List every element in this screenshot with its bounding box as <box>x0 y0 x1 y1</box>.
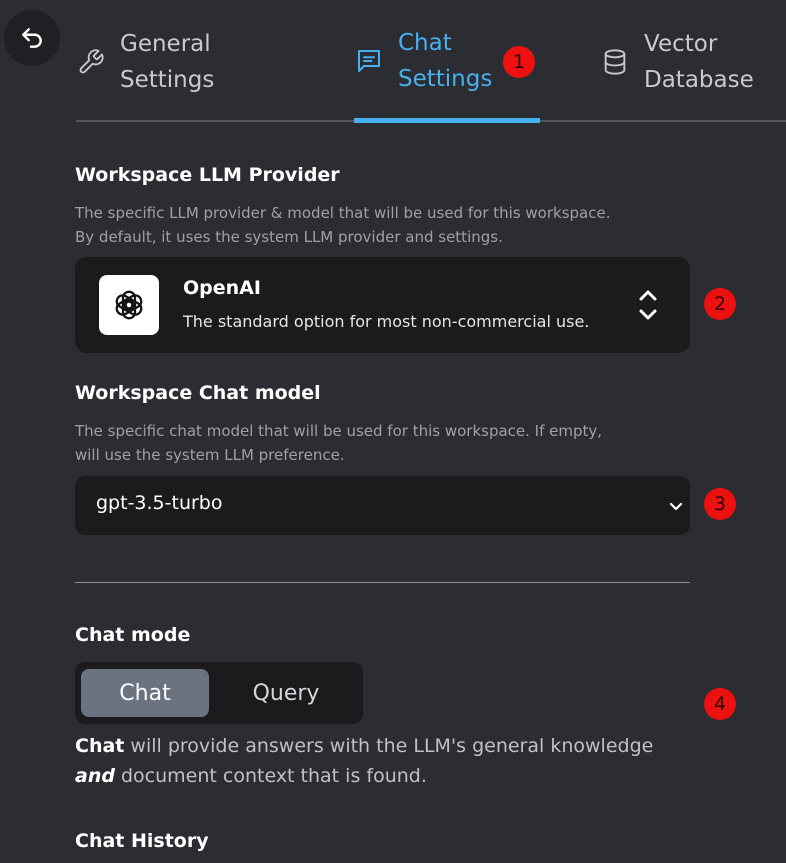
tab-general-settings[interactable]: General Settings <box>76 26 214 98</box>
llm-provider-title: Workspace LLM Provider <box>75 164 340 186</box>
chat-history-title: Chat History <box>75 830 209 852</box>
chat-icon <box>354 46 384 76</box>
llm-provider-description: The specific LLM provider & model that w… <box>75 204 611 246</box>
provider-name: OpenAI <box>183 277 261 299</box>
annotation-badge-1: 1 <box>503 46 535 78</box>
tab-label: Vector Database <box>644 31 754 93</box>
chat-mode-query-button[interactable]: Query <box>215 669 357 717</box>
chat-mode-description: Chat will provide answers with the LLM's… <box>75 735 654 787</box>
provider-description: The standard option for most non-commerc… <box>183 312 590 331</box>
tab-chat-settings[interactable]: Chat Settings <box>354 25 492 97</box>
chat-mode-title: Chat mode <box>75 624 191 646</box>
chat-mode-chat-button[interactable]: Chat <box>81 669 209 717</box>
tab-vector-database[interactable]: Vector Database <box>600 26 754 98</box>
chat-model-select[interactable]: gpt-3.5-turbo <box>75 476 690 535</box>
wrench-icon <box>76 47 106 77</box>
annotation-badge-2: 2 <box>704 288 736 320</box>
annotation-badge-3: 3 <box>704 488 736 520</box>
llm-provider-select[interactable]: OpenAI The standard option for most non-… <box>75 257 690 353</box>
chat-model-description: The specific chat model that will be use… <box>75 422 603 464</box>
annotation-badge-4: 4 <box>704 688 736 720</box>
back-button[interactable] <box>4 10 60 66</box>
chat-mode-switch: Chat Query <box>75 662 363 724</box>
database-icon <box>600 47 630 77</box>
chevron-up-down-icon <box>639 290 657 320</box>
active-tab-indicator <box>354 118 540 123</box>
chat-model-title: Workspace Chat model <box>75 382 321 404</box>
section-divider <box>75 582 690 583</box>
tab-label: General Settings <box>120 31 215 93</box>
workspace-settings-page: General Settings Chat Settings Vector Da… <box>0 0 786 863</box>
tab-label: Chat Settings <box>398 30 493 92</box>
chevron-down-icon <box>669 502 683 511</box>
back-arrow-icon <box>22 28 42 48</box>
chat-model-value: gpt-3.5-turbo <box>96 492 223 514</box>
openai-logo-icon <box>99 275 159 335</box>
